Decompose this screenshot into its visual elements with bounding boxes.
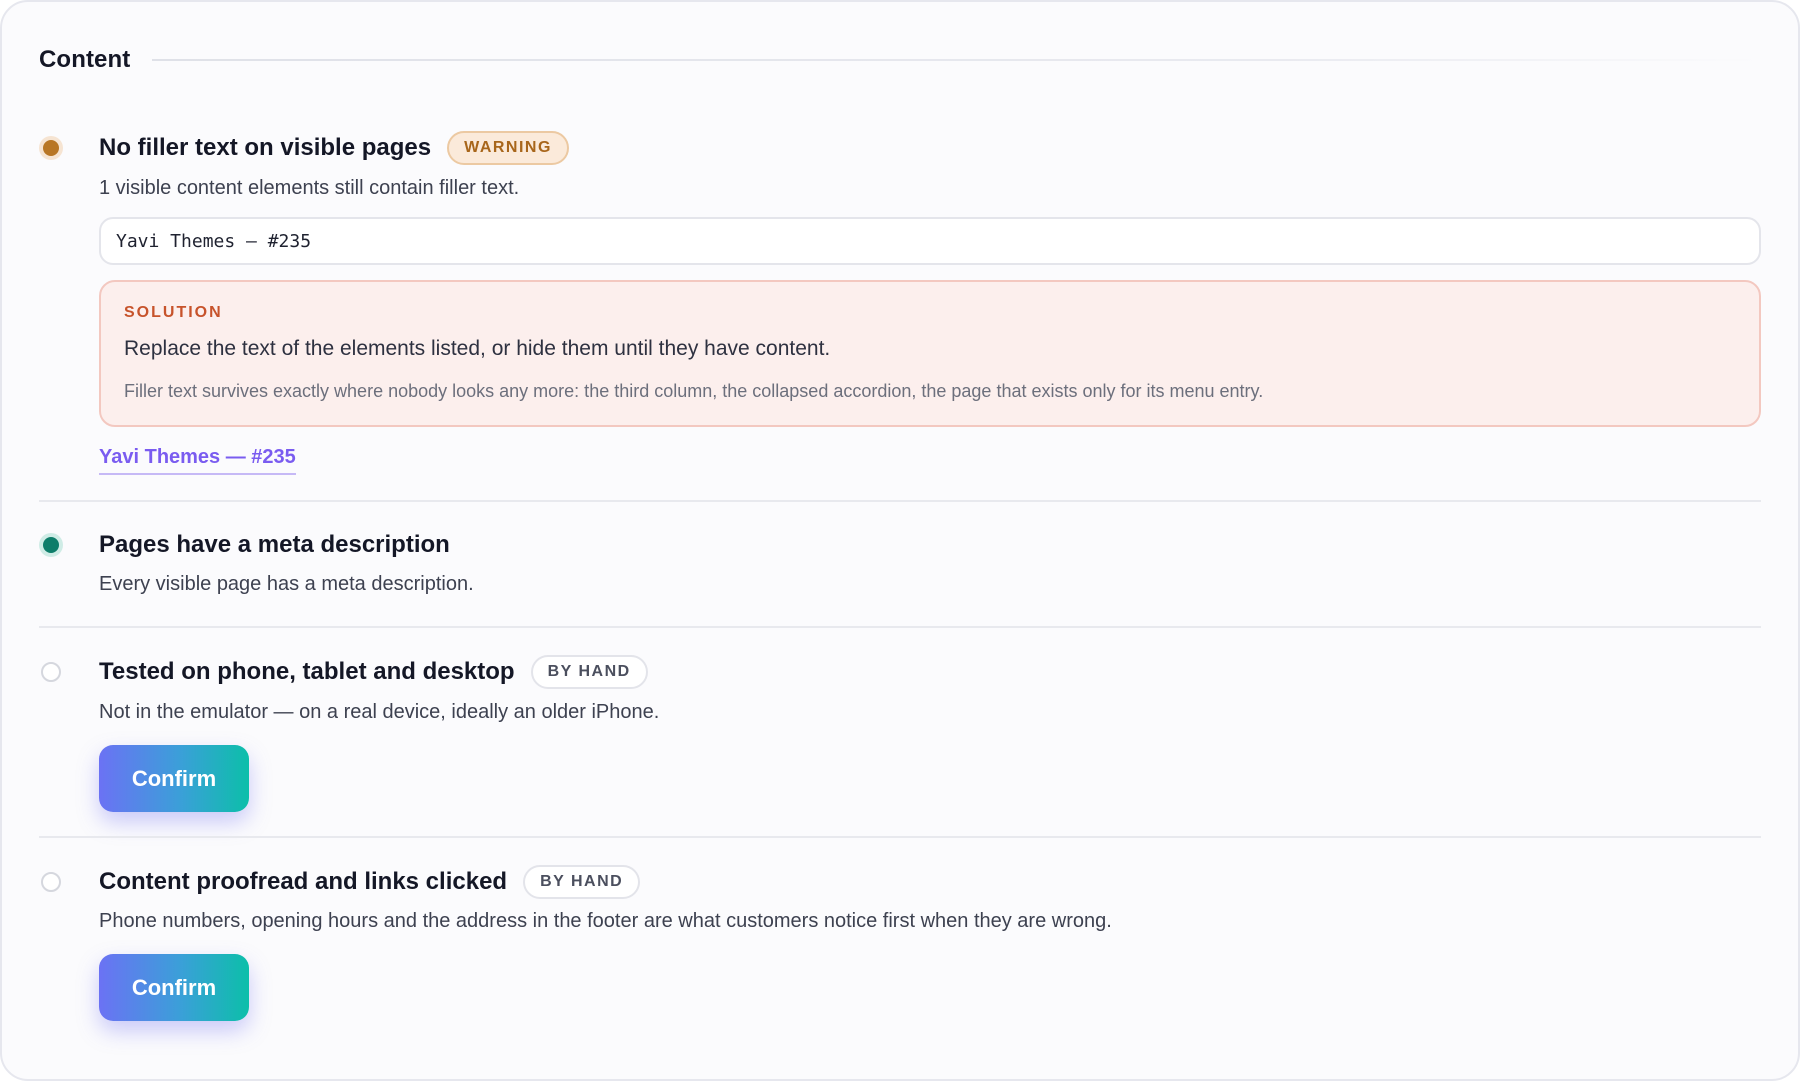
warning-status-dot bbox=[39, 136, 63, 160]
solution-label: SOLUTION bbox=[124, 304, 223, 321]
item-divider bbox=[39, 500, 1761, 502]
section-header: Content bbox=[39, 42, 1761, 78]
warning-badge: WARNING bbox=[447, 131, 569, 165]
check-item-description: Phone numbers, opening hours and the add… bbox=[99, 910, 1112, 932]
solution-panel: SOLUTION Replace the text of the element… bbox=[99, 280, 1761, 427]
confirm-button[interactable]: Confirm bbox=[99, 745, 249, 812]
solution-note: Filler text survives exactly where nobod… bbox=[124, 381, 1264, 401]
affected-element-link[interactable]: Yavi Themes — #235 bbox=[99, 446, 296, 475]
check-item-description: 1 visible content elements still contain… bbox=[99, 177, 520, 199]
check-item-header: No filler text on visible pages WARNING bbox=[99, 130, 569, 166]
success-status-dot bbox=[39, 533, 63, 557]
pending-status-dot bbox=[41, 872, 61, 892]
section-title: Content bbox=[39, 46, 131, 73]
section-divider bbox=[152, 59, 1761, 61]
check-item-header: Tested on phone, tablet and desktop BY H… bbox=[99, 654, 648, 690]
check-item-header: Pages have a meta description bbox=[99, 527, 450, 563]
check-item-description: Not in the emulator — on a real device, … bbox=[99, 701, 660, 723]
item-divider bbox=[39, 626, 1761, 628]
affected-element-box: Yavi Themes – #235 bbox=[99, 217, 1761, 265]
confirm-button[interactable]: Confirm bbox=[99, 954, 249, 1021]
item-divider bbox=[39, 836, 1761, 838]
by-hand-badge: BY HAND bbox=[530, 655, 648, 689]
check-item-title: Content proofread and links clicked bbox=[99, 868, 508, 895]
pending-status-dot bbox=[41, 662, 61, 682]
check-item-header: Content proofread and links clicked BY H… bbox=[99, 864, 641, 900]
solution-text: Replace the text of the elements listed,… bbox=[124, 337, 831, 360]
check-item-title: Pages have a meta description bbox=[99, 531, 450, 558]
content-checklist-card: Content No filler text on visible pages … bbox=[0, 0, 1800, 1081]
by-hand-badge: BY HAND bbox=[523, 865, 641, 899]
check-item-description: Every visible page has a meta descriptio… bbox=[99, 573, 474, 595]
check-item-title: Tested on phone, tablet and desktop bbox=[99, 658, 515, 685]
check-item-title: No filler text on visible pages bbox=[99, 134, 432, 161]
